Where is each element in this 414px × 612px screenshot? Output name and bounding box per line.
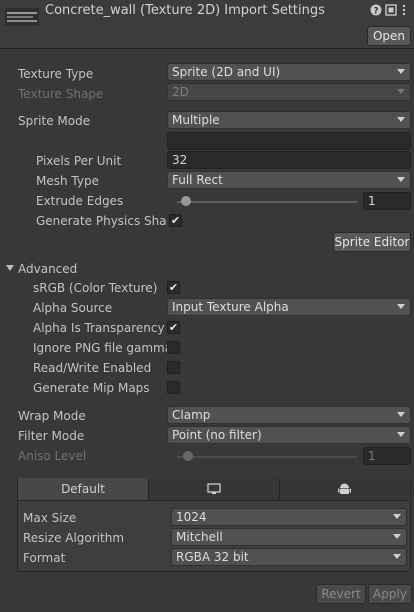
texture-type-value: Sprite (2D and UI) [172,65,281,79]
foldout-arrow-icon[interactable] [6,265,14,271]
resize-algorithm-dropdown[interactable]: Mitchell [171,528,407,546]
chevron-down-icon [393,514,401,519]
wrap-mode-label: Wrap Mode [18,409,86,423]
srgb-label: sRGB (Color Texture) [33,281,158,295]
wrap-mode-dropdown[interactable]: Clamp [167,406,411,424]
pixels-per-unit-input[interactable]: 32 [167,151,411,169]
chevron-down-icon [397,117,405,122]
generate-mip-maps-label: Generate Mip Maps [33,381,150,395]
monitor-icon [207,483,221,494]
tab-android[interactable] [280,478,409,500]
alpha-source-value: Input Texture Alpha [172,300,289,314]
resize-algorithm-value: Mitchell [176,530,223,544]
texture-shape-label: Texture Shape [18,87,104,101]
mesh-type-dropdown[interactable]: Full Rect [167,171,411,189]
max-size-dropdown[interactable]: 1024 [171,508,407,526]
chevron-down-icon [397,432,405,437]
alpha-is-transparency-label: Alpha Is Transparency [33,321,165,335]
resize-algorithm-label: Resize Algorithm [23,531,125,545]
read-write-enabled-label: Read/Write Enabled [33,361,152,375]
ignore-png-gamma-label: Ignore PNG file gamma [33,341,173,355]
format-dropdown[interactable]: RGBA 32 bit [171,548,407,566]
chevron-down-icon [397,177,405,182]
apply-button[interactable]: Apply [368,584,412,604]
aniso-level-slider-handle [182,451,193,461]
sprite-mode-value: Multiple [172,113,220,127]
chevron-down-icon [397,89,405,94]
tab-divider [18,500,409,501]
alpha-is-transparency-checkbox[interactable]: ✔ [167,321,180,334]
aniso-level-input: 1 [363,447,411,465]
mesh-type-label: Mesh Type [36,174,99,188]
format-value: RGBA 32 bit [176,550,249,564]
generate-physics-shape-checkbox[interactable]: ✔ [169,214,182,227]
advanced-foldout-label[interactable]: Advanced [18,260,77,278]
filter-mode-label: Filter Mode [18,429,85,443]
alpha-source-label: Alpha Source [33,301,113,315]
wrap-mode-value: Clamp [172,408,211,422]
chevron-down-icon [397,69,405,74]
ignore-png-gamma-checkbox[interactable] [167,341,180,354]
extrude-edges-slider-track[interactable] [177,201,357,203]
format-label: Format [23,551,66,565]
srgb-checkbox[interactable]: ✔ [167,281,180,294]
filter-mode-value: Point (no filter) [172,428,262,442]
extrude-edges-label: Extrude Edges [36,194,124,208]
extrude-edges-input[interactable]: 1 [363,192,411,210]
generate-mip-maps-checkbox[interactable] [167,381,180,394]
sprite-editor-button[interactable]: Sprite Editor [333,232,411,252]
chevron-down-icon [397,304,405,309]
sprite-mode-dropdown[interactable]: Multiple [167,111,411,129]
tab-default[interactable]: Default [18,478,149,500]
texture-type-label: Texture Type [18,67,94,81]
aniso-level-label: Aniso Level [18,449,87,463]
sprite-mode-label: Sprite Mode [18,114,91,128]
packing-tag-input [167,132,411,150]
chevron-down-icon [393,554,401,559]
pixels-per-unit-label: Pixels Per Unit [36,154,122,168]
svg-text:?: ? [373,7,378,17]
window-title: Concrete_wall (Texture 2D) Import Settin… [45,3,325,18]
texture-type-dropdown[interactable]: Sprite (2D and UI) [167,63,411,81]
filter-mode-dropdown[interactable]: Point (no filter) [167,426,411,444]
generate-physics-shape-label: Generate Physics Shape [36,214,166,228]
max-size-label: Max Size [23,511,77,525]
texture-shape-value: 2D [172,85,189,99]
chevron-down-icon [397,412,405,417]
max-size-value: 1024 [176,510,207,524]
more-icon[interactable] [397,4,411,18]
tab-standalone[interactable] [149,478,280,500]
extrude-edges-slider-handle[interactable] [181,196,191,206]
revert-button[interactable]: Revert [316,584,366,604]
help-icon[interactable]: ? [369,4,383,18]
aniso-level-slider-track [177,456,357,458]
mesh-type-value: Full Rect [172,173,223,187]
texture-shape-dropdown: 2D [167,83,411,101]
open-button[interactable]: Open [367,26,411,46]
android-icon [338,483,351,494]
texture-thumbnail [5,8,39,26]
alpha-source-dropdown[interactable]: Input Texture Alpha [167,298,411,316]
read-write-enabled-checkbox[interactable] [167,361,180,374]
preset-icon[interactable] [384,4,398,18]
chevron-down-icon [393,534,401,539]
